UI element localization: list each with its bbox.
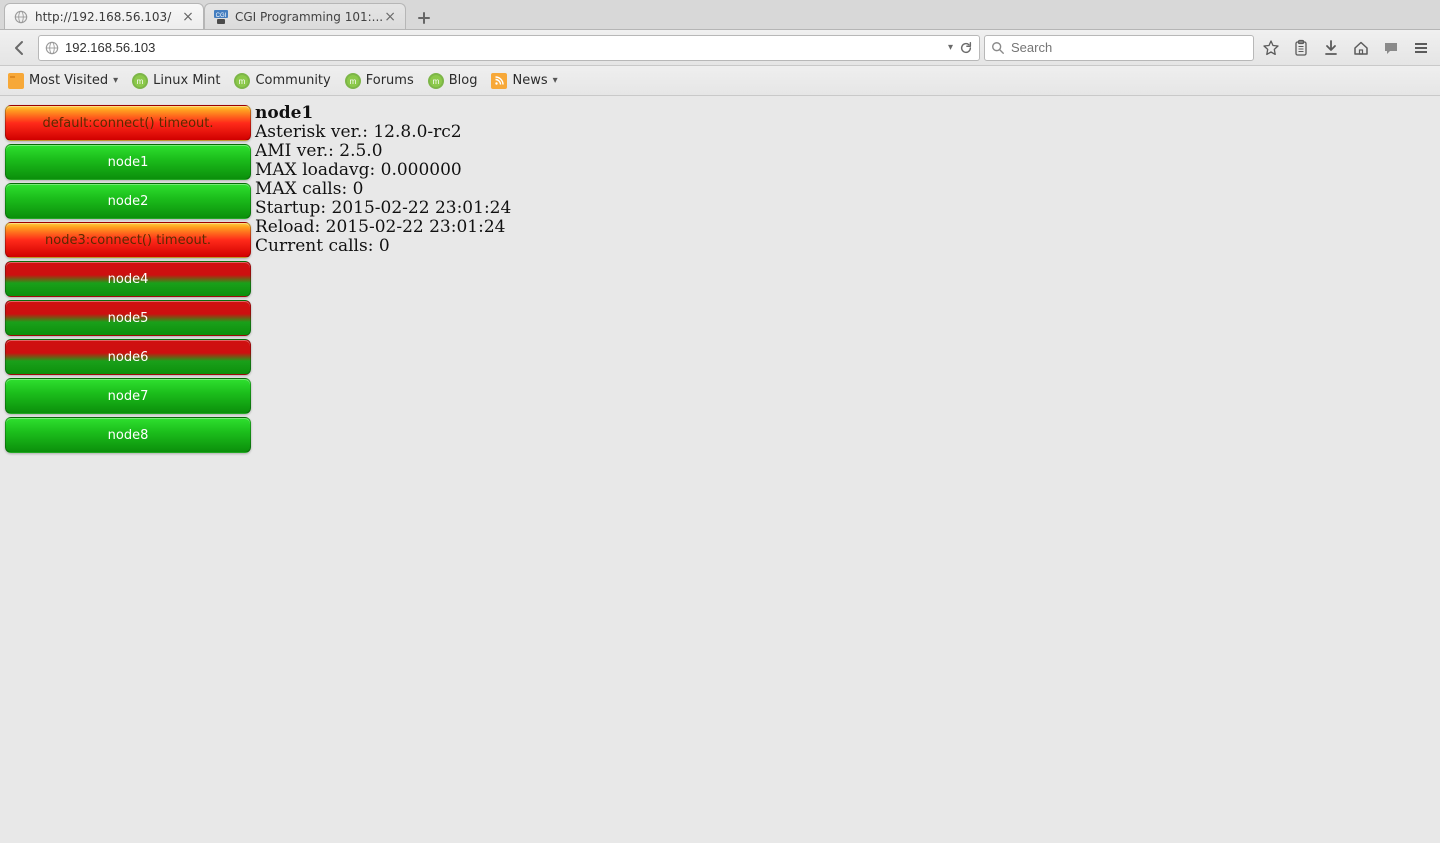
chat-icon[interactable]: [1378, 35, 1404, 61]
page-content: default:connect() timeout. node1 node2 n…: [0, 96, 1440, 843]
chevron-down-icon: ▾: [113, 75, 118, 86]
bookmark-blog[interactable]: m Blog: [428, 73, 478, 89]
mint-icon: m: [234, 73, 250, 89]
nav-bar: ▾: [0, 30, 1440, 66]
svg-text:CGI: CGI: [216, 13, 227, 19]
node-button-node4[interactable]: node4: [5, 261, 251, 297]
node-button-node6[interactable]: node6: [5, 339, 251, 375]
detail-startup: Startup: 2015-02-22 23:01:24: [255, 199, 511, 218]
home-icon[interactable]: [1348, 35, 1374, 61]
detail-ami-version: AMI ver.: 2.5.0: [255, 142, 511, 161]
svg-text:m: m: [432, 77, 439, 86]
node-label: node6: [108, 350, 149, 365]
tab-inactive[interactable]: CGI CGI Programming 101:... ×: [204, 3, 406, 29]
bookmark-label: News: [512, 73, 547, 88]
node-button-node5[interactable]: node5: [5, 300, 251, 336]
bookmark-label: Blog: [449, 73, 478, 88]
bookmark-news[interactable]: News ▾: [491, 73, 557, 89]
bookmark-forums[interactable]: m Forums: [345, 73, 414, 89]
node-button-default[interactable]: default:connect() timeout.: [5, 105, 251, 141]
detail-title: node1: [255, 104, 511, 123]
new-tab-button[interactable]: [410, 7, 438, 29]
node-list: default:connect() timeout. node1 node2 n…: [0, 96, 253, 843]
search-icon: [991, 41, 1005, 55]
detail-reload: Reload: 2015-02-22 23:01:24: [255, 218, 511, 237]
rss-icon: [491, 73, 507, 89]
node-button-node1[interactable]: node1: [5, 144, 251, 180]
detail-max-calls: MAX calls: 0: [255, 180, 511, 199]
detail-max-loadavg: MAX loadavg: 0.000000: [255, 161, 511, 180]
bookmark-label: Most Visited: [29, 73, 108, 88]
bookmarks-bar: Most Visited ▾ m Linux Mint m Community …: [0, 66, 1440, 96]
tab-active[interactable]: http://192.168.56.103/ ×: [4, 3, 204, 29]
node-label: node7: [108, 389, 149, 404]
detail-asterisk-version: Asterisk ver.: 12.8.0-rc2: [255, 123, 511, 142]
node-button-node8[interactable]: node8: [5, 417, 251, 453]
node-label: node1: [108, 155, 149, 170]
svg-text:m: m: [239, 77, 246, 86]
folder-icon: [8, 73, 24, 89]
url-bar[interactable]: ▾: [38, 35, 980, 61]
node-label: default:connect() timeout.: [42, 116, 213, 131]
close-icon[interactable]: ×: [383, 10, 397, 24]
close-icon[interactable]: ×: [181, 10, 195, 24]
tab-bar: http://192.168.56.103/ × CGI CGI Program…: [0, 0, 1440, 30]
globe-icon: [13, 9, 29, 25]
clipboard-icon[interactable]: [1288, 35, 1314, 61]
chevron-down-icon: ▾: [553, 75, 558, 86]
menu-icon[interactable]: [1408, 35, 1434, 61]
detail-current-calls: Current calls: 0: [255, 237, 511, 256]
downloads-icon[interactable]: [1318, 35, 1344, 61]
cgi-favicon: CGI: [213, 9, 229, 25]
node-label: node8: [108, 428, 149, 443]
node-label: node4: [108, 272, 149, 287]
node-button-node7[interactable]: node7: [5, 378, 251, 414]
bookmark-label: Linux Mint: [153, 73, 220, 88]
bookmark-label: Community: [255, 73, 330, 88]
node-label: node3:connect() timeout.: [45, 233, 211, 248]
bookmark-most-visited[interactable]: Most Visited ▾: [8, 73, 118, 89]
tab-title: http://192.168.56.103/: [35, 10, 181, 24]
node-button-node3[interactable]: node3:connect() timeout.: [5, 222, 251, 258]
svg-text:m: m: [349, 77, 356, 86]
url-input[interactable]: [65, 40, 942, 55]
search-bar[interactable]: [984, 35, 1254, 61]
bookmark-star-icon[interactable]: [1258, 35, 1284, 61]
mint-icon: m: [345, 73, 361, 89]
reload-icon[interactable]: [959, 41, 973, 55]
globe-icon: [45, 41, 59, 55]
svg-text:m: m: [137, 77, 144, 86]
mint-icon: m: [132, 73, 148, 89]
bookmark-community[interactable]: m Community: [234, 73, 330, 89]
node-button-node2[interactable]: node2: [5, 183, 251, 219]
node-label: node2: [108, 194, 149, 209]
node-details: node1 Asterisk ver.: 12.8.0-rc2 AMI ver.…: [253, 96, 513, 843]
mint-icon: m: [428, 73, 444, 89]
chevron-down-icon[interactable]: ▾: [948, 42, 953, 53]
back-button[interactable]: [6, 34, 34, 62]
bookmark-label: Forums: [366, 73, 414, 88]
bookmark-linux-mint[interactable]: m Linux Mint: [132, 73, 220, 89]
tab-title: CGI Programming 101:...: [235, 10, 383, 24]
node-label: node5: [108, 311, 149, 326]
search-input[interactable]: [1011, 40, 1247, 55]
